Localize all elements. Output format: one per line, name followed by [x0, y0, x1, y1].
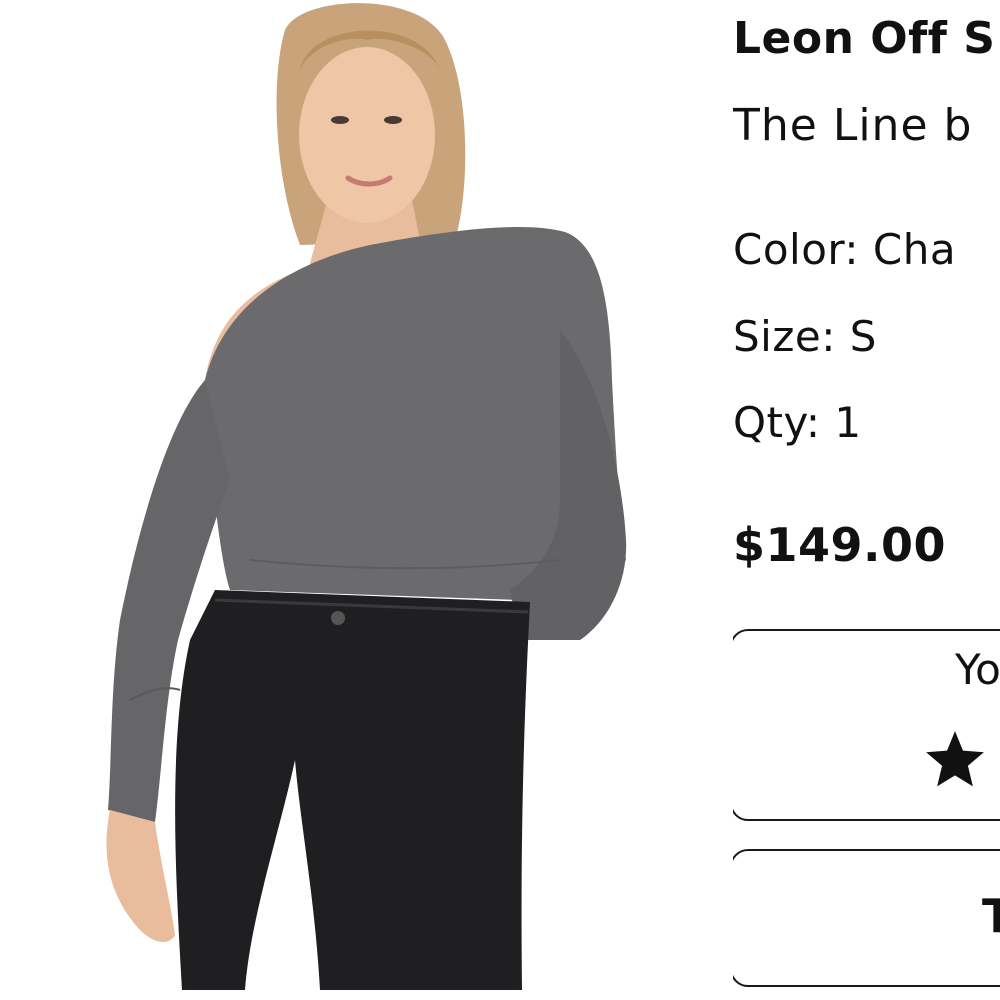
- product-title[interactable]: Leon Off S: [733, 17, 995, 61]
- star-icon[interactable]: [922, 727, 988, 793]
- product-order-view: Leon Off S The Line b Color: Cha Size: S…: [0, 0, 1000, 1000]
- write-review-button[interactable]: Yo: [733, 629, 1000, 821]
- product-brand[interactable]: The Line b: [733, 104, 972, 148]
- track-order-label: T: [982, 889, 1000, 943]
- product-image[interactable]: [0, 0, 700, 1000]
- track-order-button[interactable]: T: [733, 849, 1000, 987]
- product-size: Size: S: [733, 312, 877, 361]
- product-photo-illustration: [106, 3, 627, 990]
- product-details: Leon Off S The Line b Color: Cha Size: S…: [733, 0, 1000, 1000]
- review-label: Yo: [955, 645, 1000, 694]
- product-price: $149.00: [733, 518, 947, 572]
- product-quantity: Qty: 1: [733, 398, 862, 447]
- product-color: Color: Cha: [733, 225, 957, 274]
